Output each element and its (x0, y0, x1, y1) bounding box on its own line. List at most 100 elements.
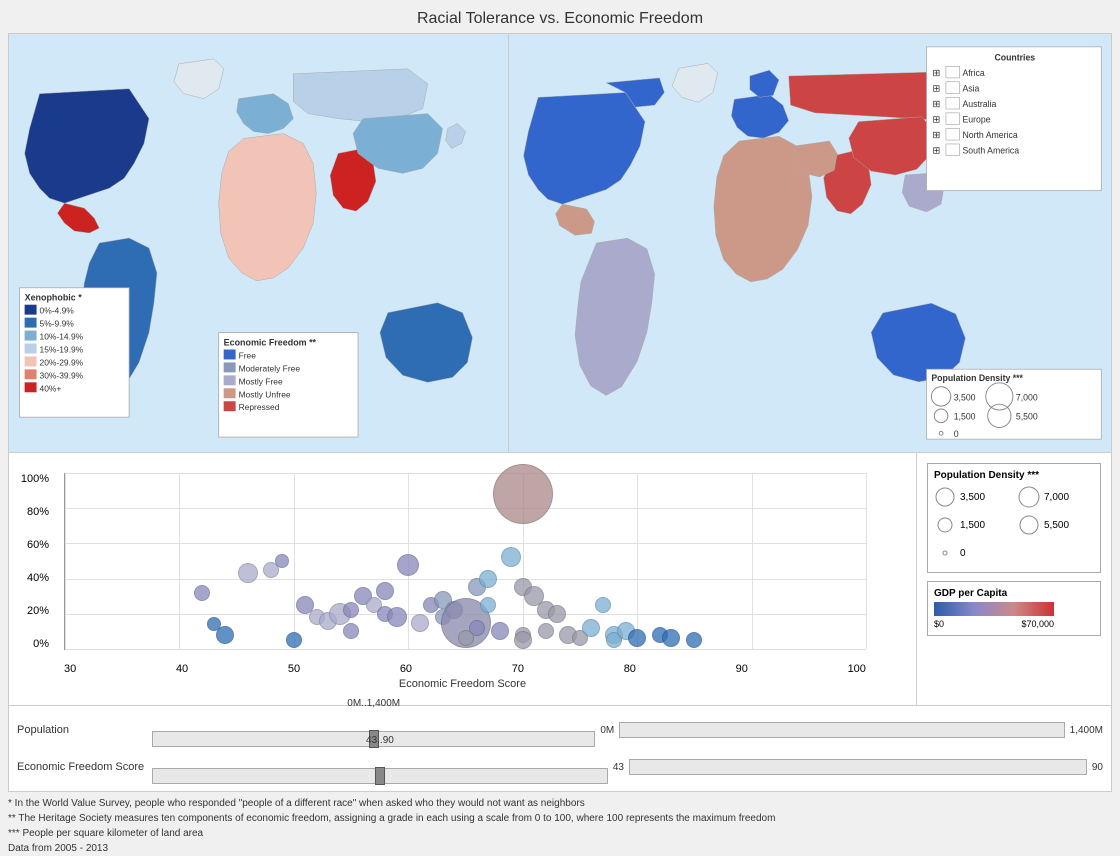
econ-slider-label: Economic Freedom Score (17, 761, 147, 773)
slider-section: Population 0M..1,400M 0M 1,400M Economic… (8, 706, 1112, 792)
svg-text:Europe: Europe (962, 115, 990, 125)
scatter-dot-32[interactable] (514, 631, 532, 649)
svg-text:Australia: Australia (962, 99, 996, 109)
svg-text:⊞: ⊞ (932, 146, 940, 157)
x-axis-labels: 30 40 50 60 70 80 90 100 (64, 663, 866, 675)
econ-max-label: 90 (1092, 762, 1103, 773)
scatter-dot-39[interactable] (582, 619, 600, 637)
svg-text:Xenophobic *: Xenophobic * (25, 293, 83, 303)
population-slider-row: Population 0M..1,400M 0M 1,400M (17, 713, 1103, 747)
scatter-dot-46[interactable] (662, 629, 680, 647)
scatter-dot-40[interactable] (595, 597, 611, 613)
econ-slider-track[interactable] (152, 768, 608, 784)
svg-text:0%-4.9%: 0%-4.9% (40, 306, 75, 316)
scatter-dot-11[interactable] (343, 602, 359, 618)
pop-density-legend: Population Density *** 3,500 7,000 1, (927, 463, 1101, 573)
y-axis-labels: 100% 80% 60% 40% 20% 0% (9, 473, 54, 650)
scatter-dot-2[interactable] (216, 626, 234, 644)
scatter-dot-47[interactable] (686, 632, 702, 648)
svg-text:Mostly Unfree: Mostly Unfree (239, 389, 291, 399)
svg-text:Africa: Africa (962, 68, 984, 78)
scatter-legend: Population Density *** 3,500 7,000 1, (916, 453, 1111, 705)
scatter-dot-26[interactable] (479, 570, 497, 588)
scatter-dot-29[interactable] (501, 547, 521, 567)
scatter-dot-28[interactable] (491, 622, 509, 640)
svg-text:Free: Free (239, 350, 257, 360)
svg-text:7,000: 7,000 (1016, 392, 1038, 402)
econ-min-label: 43 (613, 762, 624, 773)
svg-text:Repressed: Repressed (239, 402, 280, 412)
footnotes: * In the World Value Survey, people who … (8, 796, 1112, 856)
svg-text:⊞: ⊞ (932, 115, 940, 126)
top-section: Xenophobic * 0%-4.9% 5%-9.9% 10%-14.9% 1… (8, 33, 1112, 453)
population-max-label: 1,400M (1070, 725, 1103, 736)
gdp-labels: $0 $70,000 (934, 619, 1054, 629)
scatter-dot-36[interactable] (548, 605, 566, 623)
scatter-dot-49[interactable] (458, 630, 474, 646)
gdp-legend: GDP per Capita $0 $70,000 (927, 581, 1101, 636)
svg-text:⊞: ⊞ (932, 99, 940, 110)
scatter-dot-35[interactable] (538, 623, 554, 639)
svg-text:South America: South America (962, 146, 1019, 156)
svg-text:Population Density ***: Population Density *** (931, 373, 1023, 383)
footnote-1: * In the World Value Survey, people who … (8, 796, 1112, 811)
svg-text:Economic Freedom **: Economic Freedom ** (224, 338, 317, 348)
svg-text:15%-19.9%: 15%-19.9% (40, 344, 84, 354)
scatter-dot-17[interactable] (397, 554, 419, 576)
density-item-3500: 3,500 (934, 486, 1010, 508)
scatter-dot-3[interactable] (238, 563, 258, 583)
svg-text:Moderately Free: Moderately Free (239, 363, 301, 373)
svg-text:North America: North America (962, 130, 1017, 140)
gdp-title: GDP per Capita (934, 588, 1094, 599)
scatter-dot-18[interactable] (411, 614, 429, 632)
scatter-dot-0[interactable] (194, 585, 210, 601)
population-slider-label: Population (17, 724, 147, 736)
chart-title: Racial Tolerance vs. Economic Freedom (0, 0, 1120, 33)
scatter-dot-27[interactable] (480, 597, 496, 613)
svg-text:5,500: 5,500 (1016, 412, 1038, 422)
x-axis-label: Economic Freedom Score (399, 678, 526, 690)
population-center-label: 0M..1,400M (347, 698, 400, 709)
svg-text:Mostly Free: Mostly Free (239, 376, 283, 386)
main-container: Racial Tolerance vs. Economic Freedom (0, 0, 1120, 856)
scatter-dot-16[interactable] (387, 607, 407, 627)
density-item-1500: 1,500 (934, 514, 1010, 536)
svg-text:⊞: ⊞ (932, 84, 940, 95)
svg-text:40%+: 40%+ (40, 383, 62, 393)
footnote-2: ** The Heritage Society measures ten com… (8, 811, 1112, 826)
population-min-label: 0M (600, 725, 614, 736)
econ-center-label: 43..90 (366, 735, 394, 746)
gdp-min: $0 (934, 619, 944, 629)
pop-density-grid: 3,500 7,000 1,500 5,500 (934, 484, 1094, 566)
scatter-dot-14[interactable] (376, 582, 394, 600)
scatter-dot-5[interactable] (275, 554, 289, 568)
map-left: Xenophobic * 0%-4.9% 5%-9.9% 10%-14.9% 1… (9, 34, 509, 452)
scatter-dot-48[interactable] (493, 464, 553, 524)
pop-density-title: Population Density *** (934, 470, 1094, 481)
svg-text:30%-39.9%: 30%-39.9% (40, 370, 84, 380)
scatter-grid (64, 473, 866, 650)
svg-text:Asia: Asia (962, 84, 979, 94)
density-item-7000: 7,000 (1018, 486, 1094, 508)
svg-text:5%-9.9%: 5%-9.9% (40, 319, 75, 329)
density-item-5500: 5,500 (1018, 514, 1094, 536)
gdp-max: $70,000 (1021, 619, 1054, 629)
econ-slider-wrapper: 43..90 (152, 750, 608, 784)
footnote-4: Data from 2005 - 2013 (8, 841, 1112, 856)
scatter-dot-50[interactable] (343, 623, 359, 639)
scatter-dot-6[interactable] (286, 632, 302, 648)
scatter-dot-44[interactable] (628, 629, 646, 647)
svg-text:10%-14.9%: 10%-14.9% (40, 332, 84, 342)
svg-text:⊞: ⊞ (932, 68, 940, 79)
svg-text:⊞: ⊞ (932, 130, 940, 141)
gdp-gradient (934, 602, 1054, 616)
footnote-3: *** People per square kilometer of land … (8, 826, 1112, 841)
econ-slider-handle[interactable] (375, 767, 385, 785)
svg-text:Countries: Countries (994, 52, 1035, 62)
svg-text:20%-29.9%: 20%-29.9% (40, 357, 84, 367)
map-right: Countries ⊞ Africa ⊞ Asia ⊞ Australia ⊞ … (509, 34, 1111, 452)
svg-text:0: 0 (954, 429, 959, 439)
scatter-section: Xenophobic Population Economic Freedom S… (8, 453, 1112, 706)
svg-text:1,500: 1,500 (954, 412, 976, 422)
svg-text:3,500: 3,500 (954, 392, 976, 402)
